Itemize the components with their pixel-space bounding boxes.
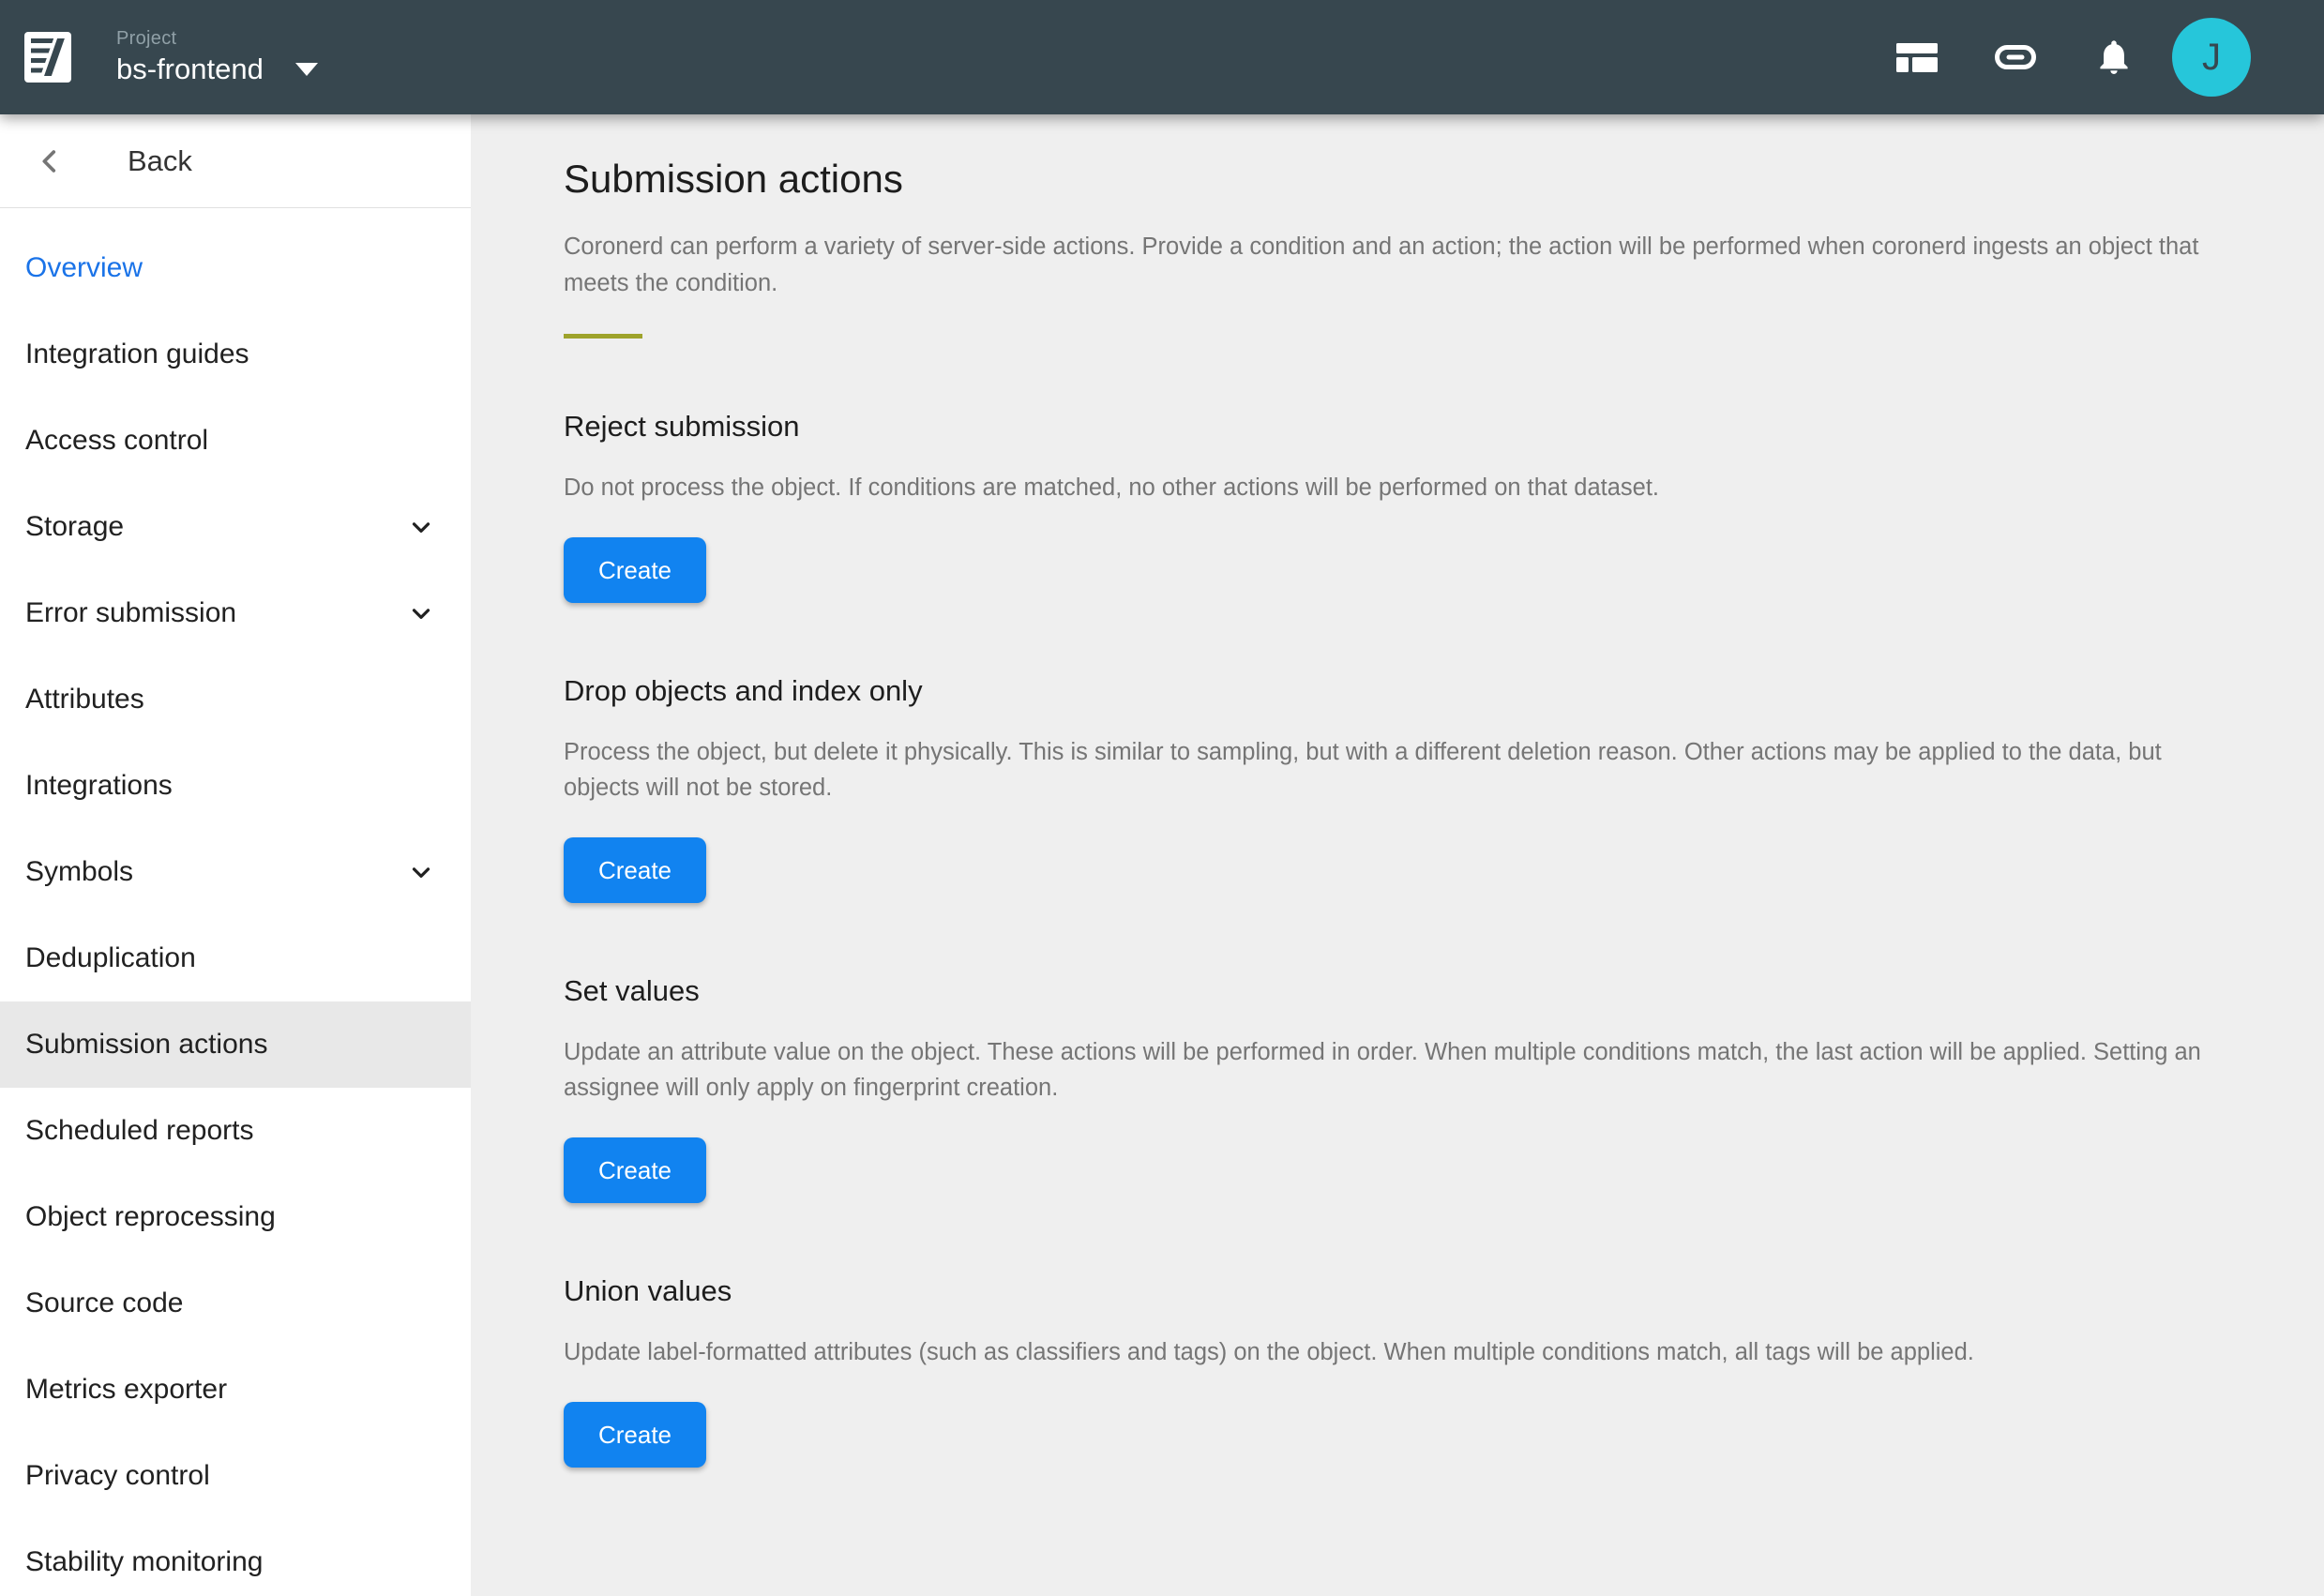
sidebar-item-label: Submission actions — [25, 1029, 435, 1061]
topbar-actions: J — [1867, 18, 2251, 97]
sidebar-item-label: Access control — [25, 425, 435, 457]
sidebar-item-integration-guides[interactable]: Integration guides — [0, 311, 471, 398]
sidebar-item-label: Source code — [25, 1287, 435, 1319]
sidebar-item-symbols[interactable]: Symbols — [0, 829, 471, 915]
action-section-set-values: Set values Update an attribute value on t… — [564, 974, 2240, 1203]
sidebar-item-label: Privacy control — [25, 1460, 435, 1492]
chevron-down-icon — [407, 858, 435, 886]
create-button-set-values[interactable]: Create — [564, 1137, 706, 1203]
top-bar: Project bs-frontend J — [0, 0, 2324, 114]
sidebar: Back Overview Integration guides Access co… — [0, 114, 471, 1596]
project-label: Project — [116, 28, 318, 50]
sidebar-item-label: Metrics exporter — [25, 1374, 435, 1406]
section-title: Union values — [564, 1274, 2240, 1308]
sidebar-item-label: Error submission — [25, 597, 407, 629]
section-description: Update an attribute value on the object.… — [564, 1034, 2240, 1106]
back-button[interactable]: Back — [0, 114, 471, 207]
sidebar-item-label: Object reprocessing — [25, 1201, 435, 1233]
section-title: Reject submission — [564, 410, 2240, 444]
sidebar-item-attributes[interactable]: Attributes — [0, 656, 471, 743]
sidebar-item-scheduled-reports[interactable]: Scheduled reports — [0, 1088, 471, 1174]
sidebar-item-overview[interactable]: Overview — [0, 225, 471, 311]
section-title: Set values — [564, 974, 2240, 1008]
caret-down-icon — [295, 63, 318, 76]
sidebar-nav: Overview Integration guides Access control… — [0, 208, 471, 1596]
back-label: Back — [128, 144, 192, 178]
sidebar-item-object-reprocessing[interactable]: Object reprocessing — [0, 1174, 471, 1260]
section-description: Do not process the object. If conditions… — [564, 470, 2240, 505]
app-logo[interactable] — [24, 32, 71, 83]
sidebar-item-label: Stability monitoring — [25, 1546, 435, 1578]
sidebar-item-label: Attributes — [25, 684, 435, 715]
avatar[interactable]: J — [2172, 18, 2251, 97]
sections-container: Reject submission Do not process the obje… — [564, 410, 2240, 1468]
link-button[interactable] — [1966, 18, 2064, 97]
chevron-left-icon — [34, 145, 66, 177]
sidebar-item-source-code[interactable]: Source code — [0, 1260, 471, 1347]
sidebar-item-label: Storage — [25, 511, 407, 543]
chevron-down-icon — [407, 599, 435, 627]
section-title: Drop objects and index only — [564, 674, 2240, 708]
main-content: Submission actions Coronerd can perform … — [471, 114, 2324, 1596]
chevron-down-icon — [407, 513, 435, 541]
sidebar-item-label: Integrations — [25, 770, 435, 802]
sidebar-item-integrations[interactable]: Integrations — [0, 743, 471, 829]
sidebar-item-deduplication[interactable]: Deduplication — [0, 915, 471, 1001]
sidebar-item-stability-monitoring[interactable]: Stability monitoring — [0, 1519, 471, 1596]
sidebar-item-label: Overview — [25, 252, 435, 284]
create-button-drop-objects-and-index-only[interactable]: Create — [564, 837, 706, 903]
sidebar-item-label: Symbols — [25, 856, 407, 888]
project-switcher[interactable]: Project bs-frontend — [116, 28, 318, 86]
sidebar-item-access-control[interactable]: Access control — [0, 398, 471, 484]
sidebar-item-submission-actions[interactable]: Submission actions — [0, 1001, 471, 1088]
notifications-button[interactable] — [2064, 18, 2163, 97]
dashboard-button[interactable] — [1867, 18, 1966, 97]
link-icon — [1995, 45, 2036, 69]
sidebar-item-storage[interactable]: Storage — [0, 484, 471, 570]
section-description: Process the object, but delete it physic… — [564, 734, 2240, 806]
sidebar-item-metrics-exporter[interactable]: Metrics exporter — [0, 1347, 471, 1433]
action-section-union-values: Union values Update label-formatted attri… — [564, 1274, 2240, 1468]
accent-divider — [564, 334, 642, 339]
create-button-union-values[interactable]: Create — [564, 1402, 706, 1468]
create-button-reject-submission[interactable]: Create — [564, 537, 706, 603]
dashboard-layout-icon — [1896, 43, 1938, 72]
page-title: Submission actions — [564, 156, 2240, 203]
sidebar-item-label: Integration guides — [25, 339, 435, 370]
action-section-drop-objects-and-index-only: Drop objects and index only Process the o… — [564, 674, 2240, 903]
sidebar-item-privacy-control[interactable]: Privacy control — [0, 1433, 471, 1519]
action-section-reject-submission: Reject submission Do not process the obje… — [564, 410, 2240, 603]
project-name: bs-frontend — [116, 53, 264, 86]
sidebar-item-label: Scheduled reports — [25, 1115, 435, 1147]
sidebar-item-label: Deduplication — [25, 942, 435, 974]
section-description: Update label-formatted attributes (such … — [564, 1334, 2240, 1370]
sidebar-item-error-submission[interactable]: Error submission — [0, 570, 471, 656]
page-intro: Coronerd can perform a variety of server… — [564, 229, 2240, 302]
bell-icon — [2094, 38, 2134, 77]
